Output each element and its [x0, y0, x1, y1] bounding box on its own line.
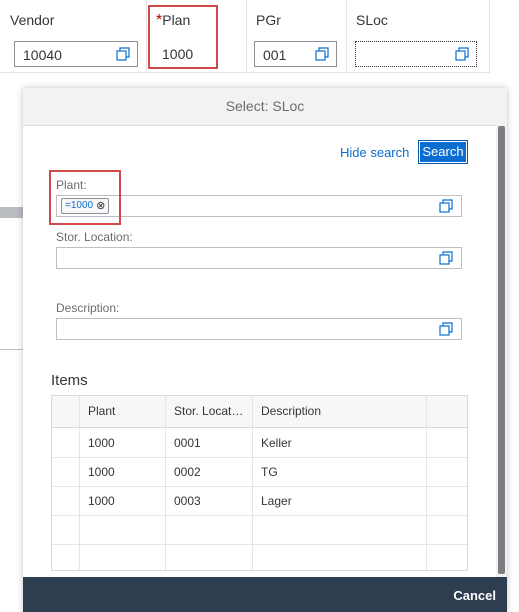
cell-description: TG — [261, 465, 278, 479]
table-row-empty — [52, 544, 467, 573]
table-row[interactable]: 1000 0002 TG — [52, 457, 467, 487]
background-separator — [0, 349, 23, 350]
table-row[interactable]: 1000 0001 Keller — [52, 428, 467, 458]
dialog-footer: Cancel — [23, 577, 507, 612]
table-row[interactable]: 1000 0003 Lager — [52, 486, 467, 516]
highlight-box-plan — [148, 5, 218, 69]
scrollbar-thumb[interactable] — [498, 126, 505, 574]
row-divider — [0, 72, 490, 73]
sloc-input[interactable] — [355, 41, 477, 67]
items-title: Items — [51, 372, 88, 389]
column-pgr: PGr 001 — [246, 0, 347, 72]
value-help-icon[interactable] — [439, 199, 453, 213]
search-button[interactable]: Search — [418, 140, 468, 164]
background-scroll-marker — [0, 207, 23, 218]
header-description[interactable]: Description — [261, 404, 321, 418]
column-header-pgr: PGr — [256, 12, 281, 28]
vendor-input[interactable]: 10040 — [14, 41, 138, 67]
value-help-icon[interactable] — [315, 47, 329, 61]
table-row-empty — [52, 515, 467, 545]
stor-location-label: Stor. Location: — [56, 230, 133, 244]
vendor-value: 10040 — [23, 47, 62, 63]
value-help-icon[interactable] — [439, 251, 453, 265]
column-divider — [165, 396, 166, 570]
pgr-input[interactable]: 001 — [254, 41, 337, 67]
description-input[interactable] — [56, 318, 462, 340]
value-help-icon[interactable] — [439, 322, 453, 336]
dialog-title: Select: SLoc — [23, 88, 507, 126]
value-help-icon[interactable] — [455, 47, 469, 61]
column-divider — [252, 396, 253, 570]
cell-plant: 1000 — [88, 436, 115, 450]
column-divider — [426, 396, 427, 570]
header-stor-location[interactable]: Stor. Locat… — [174, 404, 243, 418]
items-table: Plant Stor. Locat… Description 1000 0001… — [51, 395, 468, 571]
value-help-icon[interactable] — [116, 47, 130, 61]
cell-stor-location: 0002 — [174, 465, 201, 479]
hide-search-link[interactable]: Hide search — [340, 145, 409, 160]
cell-description: Keller — [261, 436, 292, 450]
select-sloc-dialog: Select: SLoc Hide search Search Plant: =… — [23, 88, 507, 612]
cell-description: Lager — [261, 494, 292, 508]
column-header-vendor: Vendor — [10, 12, 55, 28]
column-header-sloc: SLoc — [356, 12, 388, 28]
items-table-header: Plant Stor. Locat… Description — [52, 396, 467, 428]
column-sloc: SLoc — [346, 0, 490, 72]
column-vendor: Vendor 10040 — [0, 0, 147, 72]
cell-plant: 1000 — [88, 494, 115, 508]
stor-location-input[interactable] — [56, 247, 462, 269]
column-divider — [79, 396, 80, 570]
highlight-box-plant — [49, 170, 121, 225]
cell-stor-location: 0003 — [174, 494, 201, 508]
header-plant[interactable]: Plant — [88, 404, 115, 418]
cell-plant: 1000 — [88, 465, 115, 479]
description-label: Description: — [56, 301, 120, 315]
cell-stor-location: 0001 — [174, 436, 201, 450]
pgr-value: 001 — [263, 47, 287, 63]
cancel-button[interactable]: Cancel — [453, 588, 496, 603]
